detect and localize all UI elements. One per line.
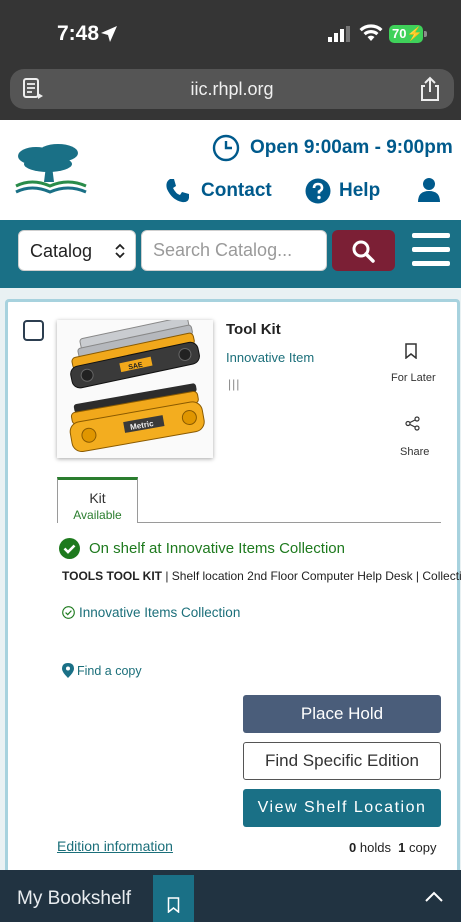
account-icon[interactable] xyxy=(417,177,441,203)
availability-text: On shelf at Innovative Items Collection xyxy=(89,540,345,557)
find-a-copy-link[interactable]: Find a copy xyxy=(62,663,142,678)
tool-kit-image: SAE Metric xyxy=(57,320,213,458)
check-circle-icon xyxy=(59,538,80,559)
url-text[interactable]: iic.rhpl.org xyxy=(10,79,454,100)
search-scope-select[interactable]: Catalog xyxy=(18,230,136,271)
hours-text[interactable]: Open 9:00am - 9:00pm xyxy=(250,137,453,159)
tab-divider xyxy=(138,522,441,523)
contact-label[interactable]: Contact xyxy=(201,180,272,202)
wifi-icon xyxy=(359,24,383,41)
holds-label: holds xyxy=(359,840,391,855)
tab-status: Available xyxy=(73,508,122,522)
help-label[interactable]: Help xyxy=(339,180,380,202)
menu-bar-top xyxy=(412,233,450,238)
share-nodes-icon[interactable] xyxy=(405,416,420,431)
tab-title[interactable]: Kit xyxy=(58,490,137,506)
site-header: Open 9:00am - 9:00pm Contact Help xyxy=(0,120,461,220)
search-icon xyxy=(352,240,375,263)
for-later-label[interactable]: For Later xyxy=(391,372,436,384)
search-bar: Catalog xyxy=(0,220,461,288)
holds-copies-summary: 0 holds 1 copy xyxy=(349,840,437,855)
status-time: 7:48 xyxy=(57,22,100,45)
updown-chevron-icon xyxy=(115,243,125,259)
copy-label: copy xyxy=(409,840,437,855)
format-tab-kit[interactable]: Kit Available xyxy=(57,477,138,523)
battery-indicator: 70⚡ xyxy=(389,25,423,43)
select-result-checkbox[interactable] xyxy=(23,320,44,341)
call-number-line: TOOLS TOOL KIT | Shelf location 2nd Floo… xyxy=(62,569,461,583)
hours-info[interactable]: Open 9:00am - 9:00pm xyxy=(212,133,453,163)
question-circle-icon xyxy=(305,178,331,204)
menu-bar-middle xyxy=(412,247,450,252)
collection-info[interactable]: Innovative Items Collection xyxy=(62,605,240,620)
holds-count: 0 xyxy=(349,840,357,855)
browser-chrome: 7:48 70⚡ iic.rhpl.org xyxy=(0,0,461,120)
format-indicator: ||| xyxy=(228,377,241,391)
signal-icon xyxy=(328,26,350,42)
share-icon[interactable] xyxy=(419,76,441,102)
call-number: TOOLS TOOL KIT xyxy=(62,569,163,583)
shelf-location-detail: | Shelf location 2nd Floor Computer Help… xyxy=(162,569,461,583)
bookmark-icon[interactable] xyxy=(404,343,418,359)
charging-icon: ⚡ xyxy=(406,26,423,41)
bookmark-icon xyxy=(167,897,180,913)
chevron-up-icon[interactable] xyxy=(425,890,443,902)
item-cover-image[interactable]: SAE Metric xyxy=(57,320,213,458)
edition-information-link[interactable]: Edition information xyxy=(57,838,173,854)
map-pin-icon xyxy=(62,663,74,678)
help-link[interactable]: Help xyxy=(305,176,380,206)
battery-cap xyxy=(424,31,427,37)
menu-bar-bottom xyxy=(412,261,450,266)
my-bookshelf-bar[interactable]: My Bookshelf xyxy=(0,870,461,922)
item-title[interactable]: Tool Kit xyxy=(226,321,281,338)
find-a-copy-label[interactable]: Find a copy xyxy=(77,664,142,678)
location-arrow-icon xyxy=(101,26,117,42)
search-scope-value[interactable]: Catalog xyxy=(30,241,92,262)
collection-name[interactable]: Innovative Items Collection xyxy=(79,605,240,620)
battery-level: 70 xyxy=(392,26,407,41)
find-specific-edition-button[interactable]: Find Specific Edition xyxy=(243,742,441,780)
my-bookshelf-label[interactable]: My Bookshelf xyxy=(17,888,131,910)
check-circle-outline-icon xyxy=(62,606,75,619)
contact-link[interactable]: Contact xyxy=(163,176,272,206)
copy-count: 1 xyxy=(398,840,406,855)
place-hold-button[interactable]: Place Hold xyxy=(243,695,441,733)
library-logo[interactable] xyxy=(10,142,90,196)
view-shelf-location-button[interactable]: View Shelf Location xyxy=(243,789,441,827)
item-format: Innovative Item xyxy=(226,350,315,365)
search-input[interactable] xyxy=(141,230,327,271)
phone-icon xyxy=(166,179,189,203)
clock-icon xyxy=(212,134,240,162)
hamburger-menu-icon[interactable] xyxy=(412,233,450,267)
share-label[interactable]: Share xyxy=(400,446,429,458)
bookshelf-button[interactable] xyxy=(153,875,194,922)
search-button[interactable] xyxy=(332,230,395,271)
address-bar[interactable]: iic.rhpl.org xyxy=(10,69,454,109)
availability-status: On shelf at Innovative Items Collection xyxy=(59,538,345,559)
